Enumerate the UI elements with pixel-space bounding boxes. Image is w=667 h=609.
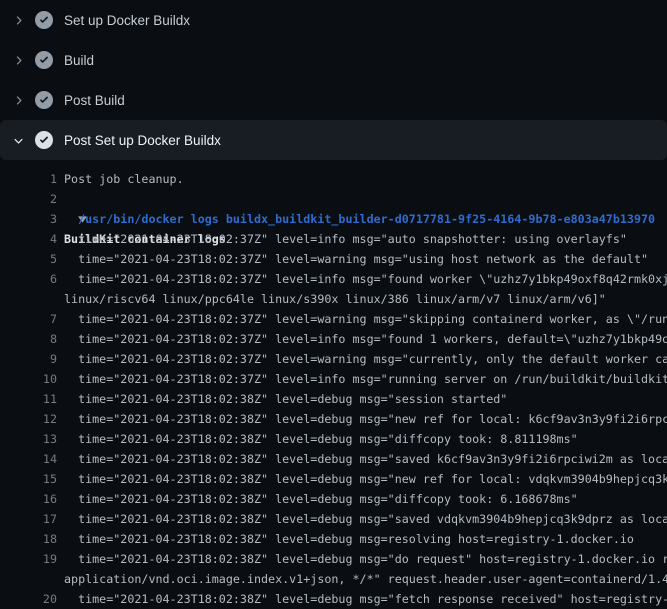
check-circle-icon [35, 11, 53, 29]
step-label: Set up Docker Buildx [64, 13, 190, 28]
chevron-right-icon [10, 52, 26, 68]
chevron-right-icon [10, 92, 26, 108]
log-line-text: time="2021-04-23T18:02:38Z" level=debug … [64, 409, 667, 429]
log-line: 13 time="2021-04-23T18:02:38Z" level=deb… [0, 429, 667, 449]
log-line-text: Post job cleanup. [64, 169, 184, 189]
log-line: 14 time="2021-04-23T18:02:38Z" level=deb… [0, 449, 667, 469]
log-line-number[interactable]: 10 [0, 369, 57, 389]
log-line-number[interactable]: 2 [0, 189, 57, 209]
log-line: 8 time="2021-04-23T18:02:37Z" level=info… [0, 329, 667, 349]
log-line-number[interactable]: 5 [0, 249, 57, 269]
log-line-text: time="2021-04-23T18:02:37Z" level=info m… [64, 269, 667, 289]
log-line: 7 time="2021-04-23T18:02:37Z" level=warn… [0, 309, 667, 329]
log-line-number[interactable] [0, 289, 57, 309]
step-row-2[interactable]: Post Build [0, 80, 667, 120]
log-line-text: time="2021-04-23T18:02:38Z" level=debug … [64, 449, 667, 469]
log-line: 3 /usr/bin/docker logs buildx_buildkit_b… [0, 209, 667, 229]
log-line-number[interactable]: 15 [0, 469, 57, 489]
log-line-text: time="2021-04-23T18:02:37Z" level=info m… [64, 369, 667, 389]
step-label: Post Build [64, 93, 125, 108]
log-line-text: time="2021-04-23T18:02:38Z" level=debug … [64, 589, 667, 609]
chevron-right-icon [10, 12, 26, 28]
log-line: 16 time="2021-04-23T18:02:38Z" level=deb… [0, 489, 667, 509]
check-circle-icon [35, 51, 53, 69]
log-line: 20 time="2021-04-23T18:02:38Z" level=deb… [0, 589, 667, 609]
actions-log-panel: Set up Docker Buildx Build Post Build [0, 0, 667, 600]
log-line-number[interactable]: 17 [0, 509, 57, 529]
log-line-number[interactable]: 7 [0, 309, 57, 329]
log-line-number[interactable]: 18 [0, 529, 57, 549]
log-line: 4 time="2021-04-23T18:02:37Z" level=info… [0, 229, 667, 249]
log-line-number[interactable]: 12 [0, 409, 57, 429]
log-line-text: time="2021-04-23T18:02:37Z" level=warnin… [64, 249, 648, 269]
log-line: 6 time="2021-04-23T18:02:37Z" level=info… [0, 269, 667, 289]
log-line-text: time="2021-04-23T18:02:38Z" level=debug … [64, 489, 578, 509]
log-line: linux/riscv64 linux/ppc64le linux/s390x … [0, 289, 667, 309]
log-line: 19 time="2021-04-23T18:02:38Z" level=deb… [0, 549, 667, 569]
log-line-number[interactable]: 6 [0, 269, 57, 289]
log-line: 11 time="2021-04-23T18:02:38Z" level=deb… [0, 389, 667, 409]
log-line-number[interactable]: 9 [0, 349, 57, 369]
log-line: 2 BuildKit container logs [0, 189, 667, 209]
log-line-text: time="2021-04-23T18:02:37Z" level=info m… [64, 229, 627, 249]
log-line: 18 time="2021-04-23T18:02:38Z" level=deb… [0, 529, 667, 549]
log-line-text: time="2021-04-23T18:02:38Z" level=debug … [64, 509, 667, 529]
step-row-1[interactable]: Build [0, 40, 667, 80]
job-steps-list: Set up Docker Buildx Build Post Build [0, 0, 667, 160]
log-line-number[interactable]: 14 [0, 449, 57, 469]
log-line-number[interactable] [0, 569, 57, 589]
step-log-viewer: 1 Post job cleanup. 2 BuildKit container… [0, 160, 667, 609]
log-line-number[interactable]: 8 [0, 329, 57, 349]
log-line-text: time="2021-04-23T18:02:38Z" level=debug … [64, 389, 507, 409]
log-line-text: application/vnd.oci.image.index.v1+json,… [64, 569, 667, 589]
step-label: Post Set up Docker Buildx [64, 133, 221, 148]
log-line-text: time="2021-04-23T18:02:37Z" level=info m… [64, 329, 667, 349]
log-line: 17 time="2021-04-23T18:02:38Z" level=deb… [0, 509, 667, 529]
log-line: 1 Post job cleanup. [0, 169, 667, 189]
log-line-number[interactable]: 3 [0, 209, 57, 229]
log-line-number[interactable]: 4 [0, 229, 57, 249]
log-line-text: time="2021-04-23T18:02:37Z" level=warnin… [64, 349, 667, 369]
check-circle-icon [35, 91, 53, 109]
step-row-0[interactable]: Set up Docker Buildx [0, 0, 667, 40]
chevron-down-icon [10, 132, 26, 148]
log-line-number[interactable]: 11 [0, 389, 57, 409]
log-line-text: BuildKit container logs [64, 189, 226, 209]
log-line: 12 time="2021-04-23T18:02:38Z" level=deb… [0, 409, 667, 429]
log-line-number[interactable]: 1 [0, 169, 57, 189]
log-line-number[interactable]: 16 [0, 489, 57, 509]
log-line: 9 time="2021-04-23T18:02:37Z" level=warn… [0, 349, 667, 369]
log-line: 15 time="2021-04-23T18:02:38Z" level=deb… [0, 469, 667, 489]
log-line-text: time="2021-04-23T18:02:38Z" level=debug … [64, 549, 667, 569]
log-line: 5 time="2021-04-23T18:02:37Z" level=warn… [0, 249, 667, 269]
log-line-text: time="2021-04-23T18:02:37Z" level=warnin… [64, 309, 667, 329]
log-line-text: time="2021-04-23T18:02:38Z" level=debug … [64, 429, 578, 449]
log-line-text: linux/riscv64 linux/ppc64le linux/s390x … [64, 289, 606, 309]
log-line-number[interactable]: 13 [0, 429, 57, 449]
log-line-number[interactable]: 19 [0, 549, 57, 569]
log-line-number[interactable]: 20 [0, 589, 57, 609]
step-row-3[interactable]: Post Set up Docker Buildx [0, 120, 667, 160]
check-circle-icon [35, 131, 53, 149]
log-line-text: /usr/bin/docker logs buildx_buildkit_bui… [64, 209, 655, 229]
log-line: application/vnd.oci.image.index.v1+json,… [0, 569, 667, 589]
step-label: Build [64, 53, 94, 68]
log-line: 10 time="2021-04-23T18:02:37Z" level=inf… [0, 369, 667, 389]
log-line-text: time="2021-04-23T18:02:38Z" level=debug … [64, 469, 667, 489]
log-line-text: time="2021-04-23T18:02:38Z" level=debug … [64, 529, 634, 549]
